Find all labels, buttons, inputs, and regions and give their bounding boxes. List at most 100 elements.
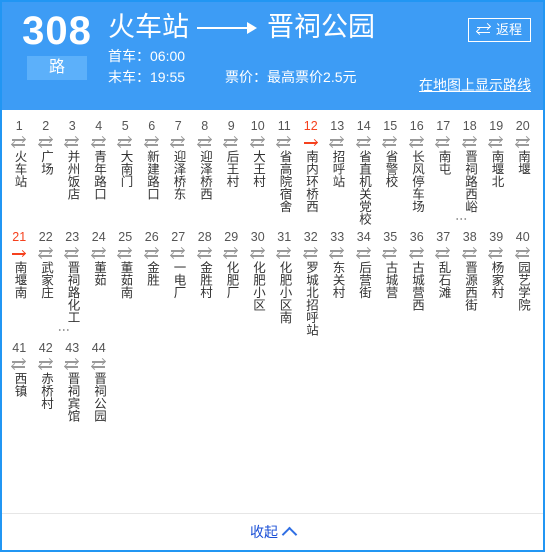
station-number: 1 (15, 119, 23, 133)
station-direction-icon (6, 247, 33, 260)
station-item[interactable]: 28 金胜村 (192, 225, 219, 299)
station-item[interactable]: 30 化肥小区 (245, 225, 272, 311)
station-number: 19 (489, 119, 504, 133)
station-item[interactable]: 25 董茹南 (112, 225, 139, 299)
station-number: 11 (277, 119, 291, 133)
station-item[interactable]: 43 晋祠宾馆 (59, 336, 86, 422)
station-number: 29 (224, 230, 239, 244)
station-direction-icon (430, 247, 457, 260)
station-direction-icon (457, 247, 484, 260)
two-way-arrow-icon (91, 359, 106, 370)
station-name: 化肥小区 (251, 261, 265, 311)
station-name: 古城营西 (410, 261, 424, 311)
station-name: 一电厂 (171, 261, 186, 299)
station-direction-icon (218, 247, 245, 260)
station-name: 南堰北 (489, 150, 504, 188)
two-way-arrow-icon (489, 248, 503, 259)
first-bus-time: 首车：06:00 (108, 48, 186, 64)
station-item[interactable]: 38 晋源西街 (457, 225, 484, 311)
station-item[interactable]: 22 武家庄 (33, 225, 60, 299)
station-item[interactable]: 32 罗城北招呼站 (298, 225, 325, 336)
station-item[interactable]: 14 省直机关党校 (351, 114, 378, 225)
station-number: 38 (462, 230, 477, 244)
station-item[interactable]: 35 古城营 (377, 225, 404, 299)
station-item[interactable]: 39 杨家村 (483, 225, 510, 299)
chevron-up-icon (281, 526, 298, 542)
station-number: 17 (436, 119, 451, 133)
station-item[interactable]: 12 南内环桥西 (298, 114, 325, 213)
station-number: 6 (148, 119, 156, 133)
station-direction-icon (483, 136, 510, 149)
two-way-arrow-icon (277, 137, 291, 148)
station-item[interactable]: 20 南堰 (510, 114, 537, 175)
station-direction-icon (324, 247, 351, 260)
two-way-arrow-icon (38, 359, 53, 370)
station-name: 晋祠路化工 (65, 261, 80, 324)
station-item[interactable]: 11 省高院宿舍 (271, 114, 298, 213)
station-name: 东关村 (330, 261, 345, 299)
station-item[interactable]: 7 迎泽桥东 (165, 114, 192, 200)
station-item[interactable]: 16 长风停车场 (404, 114, 431, 213)
show-route-on-map-link[interactable]: 在地图上显示路线 (419, 76, 531, 94)
two-way-arrow-icon (224, 248, 238, 259)
two-way-arrow-icon (197, 137, 212, 148)
station-item[interactable]: 34 后营街 (351, 225, 378, 299)
station-direction-icon (510, 247, 537, 260)
station-item[interactable]: 9 后王村 (218, 114, 245, 188)
station-item[interactable]: 1 火车站 (6, 114, 33, 188)
station-name: 晋祠公园 (92, 372, 106, 422)
station-item[interactable]: 41 西镇 (6, 336, 33, 397)
station-item[interactable]: 17 南屯 (430, 114, 457, 175)
station-name: 化肥小区南 (277, 261, 292, 324)
station-item[interactable]: 10 大王村 (245, 114, 272, 188)
route-destination: 晋祠公园 (267, 12, 375, 42)
station-item[interactable]: 33 东关村 (324, 225, 351, 299)
two-way-arrow-icon (12, 137, 26, 148)
return-trip-button[interactable]: 返程 (467, 18, 531, 42)
station-direction-icon (112, 136, 139, 149)
station-item[interactable]: 18 晋祠路西峪 ⋮ (455, 114, 484, 225)
two-way-arrow-icon (462, 248, 477, 259)
route-origin: 火车站 (108, 12, 189, 42)
station-item[interactable]: 6 新建路口 (139, 114, 166, 200)
station-item[interactable]: 3 并州饭店 (59, 114, 86, 200)
station-number: 23 (65, 230, 80, 244)
station-item[interactable]: 26 金胜 (139, 225, 166, 286)
station-item[interactable]: 4 青年路口 (86, 114, 113, 200)
station-item[interactable]: 44 晋祠公园 (86, 336, 113, 422)
collapse-bar[interactable]: 收起 (2, 513, 543, 550)
station-item[interactable]: 37 乱石滩 (430, 225, 457, 299)
station-item[interactable]: 23 晋祠路化工 ⋮ (57, 225, 86, 336)
station-name: 火车站 (12, 150, 27, 188)
station-item[interactable]: 40 园艺学院 (510, 225, 537, 311)
station-item[interactable]: 19 南堰北 (483, 114, 510, 188)
fare-info: 票价：最高票价2.5元 (225, 69, 357, 85)
station-number: 31 (277, 230, 292, 244)
station-item[interactable]: 31 化肥小区南 (271, 225, 298, 324)
station-number: 37 (436, 230, 451, 244)
station-direction-icon (59, 358, 86, 371)
station-item[interactable]: 21 南堰南 (6, 225, 33, 299)
station-item[interactable]: 42 赤桥村 (33, 336, 60, 410)
station-name: 省高院宿舍 (277, 150, 292, 213)
station-direction-icon (218, 136, 245, 149)
station-item[interactable]: 13 招呼站 (324, 114, 351, 188)
station-number: 40 (515, 230, 530, 244)
station-name: 金胜 (145, 261, 159, 286)
return-trip-label: 返程 (495, 22, 522, 37)
two-way-arrow-icon (91, 137, 106, 148)
station-item[interactable]: 5 大南门 (112, 114, 139, 188)
station-item[interactable]: 15 省警校 (377, 114, 404, 188)
station-item[interactable]: 2 广场 (33, 114, 60, 175)
station-number: 36 (409, 230, 424, 244)
station-name: 长风停车场 (410, 150, 424, 213)
route-number-block: 308 路 (14, 10, 100, 80)
station-direction-icon (86, 247, 113, 260)
station-direction-icon (139, 136, 166, 149)
station-item[interactable]: 36 古城营西 (404, 225, 431, 311)
two-way-arrow-icon (65, 359, 79, 370)
station-item[interactable]: 29 化肥厂 (218, 225, 245, 299)
station-item[interactable]: 27 一电厂 (165, 225, 192, 299)
station-item[interactable]: 8 迎泽桥西 (192, 114, 219, 200)
station-item[interactable]: 24 董茹 (86, 225, 113, 286)
